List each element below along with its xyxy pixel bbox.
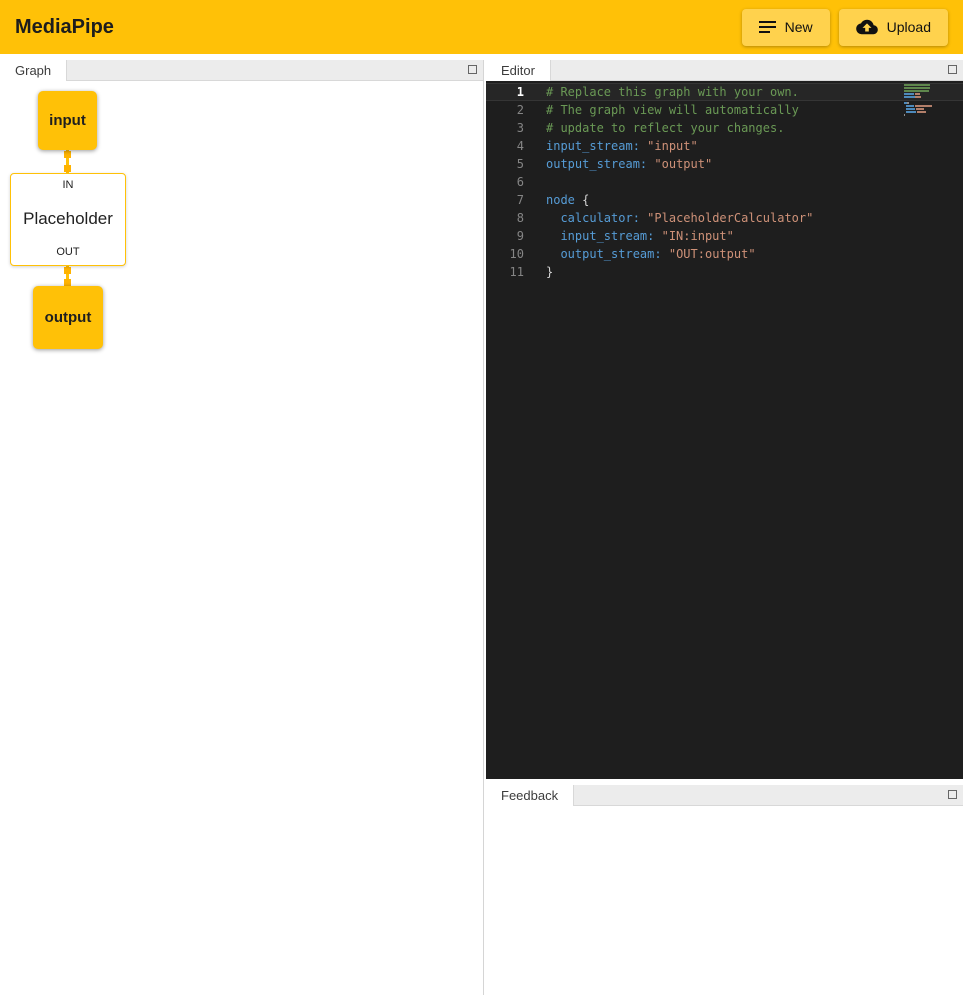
graph-node-placeholder[interactable]: IN Placeholder OUT (10, 173, 126, 266)
maximize-icon[interactable] (948, 790, 957, 799)
code-line[interactable]: 10 output_stream: "OUT:output" (486, 245, 963, 263)
line-number: 6 (486, 173, 524, 191)
code-line[interactable]: 5output_stream: "output" (486, 155, 963, 173)
code-line[interactable]: 11} (486, 263, 963, 281)
tab-editor-label: Editor (501, 63, 535, 78)
graph-canvas[interactable]: input IN Placeholder OUT output (0, 81, 483, 995)
line-number: 10 (486, 245, 524, 263)
line-number: 4 (486, 137, 524, 155)
editor-code: 1# Replace this graph with your own.2# T… (486, 81, 963, 281)
code-line[interactable]: 3# update to reflect your changes. (486, 119, 963, 137)
line-number: 9 (486, 227, 524, 245)
minimap-line (904, 108, 950, 110)
output-node-label: output (45, 309, 92, 326)
out-port-label: OUT (56, 246, 79, 258)
new-button-label: New (785, 19, 813, 35)
line-number: 5 (486, 155, 524, 173)
cloud-upload-icon (856, 18, 878, 36)
minimap-line (904, 84, 950, 86)
line-number: 11 (486, 263, 524, 281)
main-content: Graph input IN Placeholder OUT output (0, 54, 963, 995)
upload-button[interactable]: Upload (839, 9, 948, 46)
editor-panel: Editor 1# Replace this graph with your o… (486, 60, 963, 779)
editor-minimap[interactable] (904, 84, 950, 117)
placeholder-node-label: Placeholder (23, 209, 113, 229)
code-line[interactable]: 4input_stream: "input" (486, 137, 963, 155)
code-line[interactable]: 7node { (486, 191, 963, 209)
minimap-line (904, 90, 950, 92)
maximize-icon[interactable] (468, 65, 477, 74)
line-number: 3 (486, 119, 524, 137)
maximize-icon[interactable] (948, 65, 957, 74)
tab-editor[interactable]: Editor (486, 60, 551, 81)
code-line[interactable]: 8 calculator: "PlaceholderCalculator" (486, 209, 963, 227)
minimap-line (904, 96, 950, 98)
minimap-line (904, 87, 950, 89)
minimap-line (904, 99, 950, 101)
feedback-content (486, 806, 963, 995)
line-number: 1 (486, 83, 524, 101)
code-line[interactable]: 6 (486, 173, 963, 191)
input-node-label: input (49, 112, 86, 129)
port-output-node-in (64, 279, 71, 286)
code-line[interactable]: 9 input_stream: "IN:input" (486, 227, 963, 245)
tab-feedback[interactable]: Feedback (486, 785, 574, 806)
right-column: Editor 1# Replace this graph with your o… (486, 60, 963, 995)
editor-tab-strip: Editor (486, 60, 963, 81)
port-placeholder-in (64, 165, 71, 172)
code-line[interactable]: 1# Replace this graph with your own. (486, 83, 963, 101)
minimap-line (904, 102, 950, 104)
header-actions: New Upload (742, 9, 948, 46)
code-editor[interactable]: 1# Replace this graph with your own.2# T… (486, 81, 963, 779)
new-button[interactable]: New (742, 9, 830, 46)
tab-graph-label: Graph (15, 63, 51, 78)
graph-node-input[interactable]: input (38, 91, 97, 150)
graph-tab-strip: Graph (0, 60, 483, 81)
port-placeholder-out (64, 267, 71, 274)
line-number: 8 (486, 209, 524, 227)
line-number: 2 (486, 101, 524, 119)
upload-button-label: Upload (887, 19, 931, 35)
minimap-line (904, 105, 950, 107)
code-line[interactable]: 2# The graph view will automatically (486, 101, 963, 119)
tab-graph[interactable]: Graph (0, 60, 67, 81)
minimap-line (904, 93, 950, 95)
minimap-line (904, 111, 950, 113)
port-input-node-out (64, 151, 71, 158)
graph-node-output[interactable]: output (33, 286, 103, 349)
menu-icon (759, 20, 776, 34)
in-port-label: IN (63, 179, 74, 191)
feedback-panel: Feedback (486, 785, 963, 995)
tab-feedback-label: Feedback (501, 788, 558, 803)
minimap-line (904, 114, 950, 116)
app-title: MediaPipe (15, 16, 114, 39)
feedback-tab-strip: Feedback (486, 785, 963, 806)
graph-panel: Graph input IN Placeholder OUT output (0, 60, 484, 995)
line-number: 7 (486, 191, 524, 209)
app-header: MediaPipe New Upload (0, 0, 963, 54)
